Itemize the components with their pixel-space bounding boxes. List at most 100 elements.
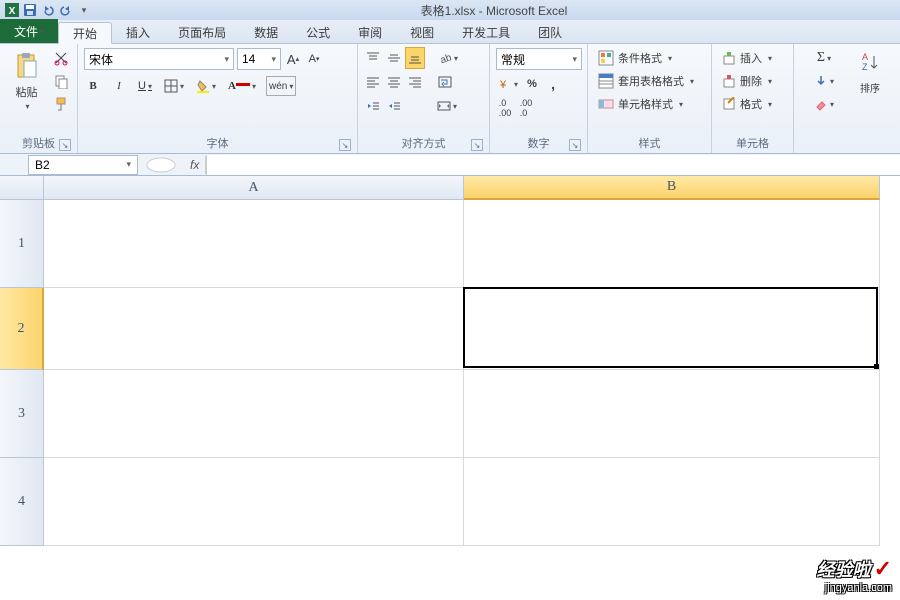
format-as-table-button[interactable]: 套用表格格式▾ — [594, 71, 705, 91]
increase-decimal-button[interactable]: .0.00 — [496, 98, 514, 118]
align-left-button[interactable] — [364, 72, 382, 92]
fill-button[interactable]: ▾ — [800, 71, 848, 91]
format-painter-button[interactable] — [51, 94, 71, 114]
wrap-text-button[interactable] — [436, 72, 454, 92]
group-label: 数字↘ — [496, 135, 581, 153]
cell-styles-button[interactable]: 单元格样式 ▾ — [594, 94, 705, 114]
merge-center-button[interactable]: ▾ — [435, 96, 459, 116]
row-headers: 1234 — [0, 200, 44, 546]
paste-button[interactable]: 粘贴 ▾ — [6, 48, 47, 135]
fill-color-button[interactable]: ▾ — [194, 76, 218, 96]
dialog-launcher-icon[interactable]: ↘ — [339, 139, 351, 151]
orientation-button[interactable]: ab▾ — [436, 48, 460, 68]
cell[interactable] — [44, 200, 464, 288]
font-size-combo[interactable]: 14▾ — [237, 48, 281, 70]
dialog-launcher-icon[interactable]: ↘ — [569, 139, 581, 151]
tab-insert[interactable]: 插入 — [112, 21, 164, 43]
align-bottom-button[interactable] — [406, 48, 424, 68]
group-label: 字体↘ — [84, 135, 351, 153]
ribbon-tabs: 文件▾ 开始 插入 页面布局 数据 公式 审阅 视图 开发工具 团队 — [0, 20, 900, 44]
chevron-down-icon: ▾ — [679, 100, 683, 109]
table-format-label: 套用表格格式 — [618, 73, 684, 89]
sort-filter-button[interactable]: AZ 排序 — [854, 44, 886, 153]
align-middle-button[interactable] — [385, 48, 403, 68]
font-color-button[interactable]: A▾ — [226, 76, 258, 96]
phonetic-button[interactable]: wén▾ — [266, 76, 296, 96]
paste-icon — [11, 50, 43, 82]
tab-page-layout[interactable]: 页面布局 — [164, 21, 240, 43]
delete-cells-button[interactable]: 删除▾ — [718, 71, 787, 91]
formula-input[interactable] — [206, 155, 900, 175]
borders-button[interactable]: ▾ — [162, 76, 186, 96]
formula-bar: B2▾ fx — [0, 154, 900, 176]
row-header[interactable]: 3 — [0, 370, 44, 458]
cut-button[interactable] — [51, 48, 71, 68]
percent-button[interactable]: % — [523, 74, 541, 94]
underline-button[interactable]: U▾ — [136, 76, 154, 96]
row-header[interactable]: 1 — [0, 200, 44, 288]
spreadsheet-grid: AB 1234 — [0, 176, 900, 600]
tab-formulas[interactable]: 公式 — [292, 21, 344, 43]
insert-label: 插入 — [740, 50, 762, 66]
name-box[interactable]: B2▾ — [28, 155, 138, 175]
decrease-decimal-button[interactable]: .00.0 — [517, 98, 535, 118]
chevron-down-icon: ▾ — [768, 100, 772, 109]
insert-cells-button[interactable]: 插入 ▾ — [718, 48, 787, 68]
font-name-combo[interactable]: 宋体▾ — [84, 48, 234, 70]
cell-styles-label: 单元格样式 — [618, 96, 673, 112]
chevron-down-icon: ▾ — [25, 102, 29, 111]
decrease-indent-button[interactable] — [364, 96, 382, 116]
tab-review[interactable]: 审阅 — [344, 21, 396, 43]
chevron-down-icon: ▾ — [768, 54, 772, 63]
format-cells-button[interactable]: 格式▾ — [718, 94, 787, 114]
chevron-down-icon: ▾ — [271, 54, 276, 65]
cells[interactable] — [44, 200, 900, 546]
copy-button[interactable] — [51, 71, 71, 91]
file-tab[interactable]: 文件▾ — [0, 19, 58, 43]
tab-team[interactable]: 团队 — [524, 21, 576, 43]
chevron-down-icon: ▾ — [126, 159, 131, 170]
select-all-corner[interactable] — [0, 176, 44, 200]
undo-icon[interactable] — [40, 2, 56, 18]
dialog-launcher-icon[interactable]: ↘ — [59, 139, 71, 151]
row-header[interactable]: 4 — [0, 458, 44, 546]
cell[interactable] — [44, 370, 464, 458]
fx-button[interactable]: fx — [184, 156, 206, 174]
align-right-button[interactable] — [406, 72, 424, 92]
save-icon[interactable] — [22, 2, 38, 18]
cell[interactable] — [44, 458, 464, 546]
tab-developer[interactable]: 开发工具 — [448, 21, 524, 43]
shrink-font-button[interactable]: A▾ — [305, 49, 323, 69]
currency-button[interactable]: ¥▾ — [496, 74, 520, 94]
tab-view[interactable]: 视图 — [396, 21, 448, 43]
ribbon: 粘贴 ▾ 剪贴板↘ 宋体▾ 14▾ A▴ A▾ B I U▾ ▾ — [0, 44, 900, 154]
grow-font-button[interactable]: A▴ — [284, 49, 302, 69]
window-title: 表格1.xlsx - Microsoft Excel — [92, 2, 896, 19]
cell[interactable] — [464, 200, 880, 288]
tab-data[interactable]: 数据 — [240, 21, 292, 43]
tab-home[interactable]: 开始 — [58, 22, 112, 44]
row-header[interactable]: 2 — [0, 288, 44, 370]
cell[interactable] — [464, 458, 880, 546]
comma-button[interactable]: , — [544, 74, 562, 94]
italic-button[interactable]: I — [110, 76, 128, 96]
group-cells: 插入▾ 删除▾ 格式▾ 单元格 — [712, 44, 794, 153]
align-center-button[interactable] — [385, 72, 403, 92]
dialog-launcher-icon[interactable]: ↘ — [471, 139, 483, 151]
qat-customize-icon[interactable]: ▾ — [76, 2, 92, 18]
group-label: 对齐方式↘ — [364, 135, 483, 153]
align-top-button[interactable] — [364, 48, 382, 68]
paste-label: 粘贴 — [16, 84, 38, 100]
cell[interactable] — [44, 288, 464, 370]
autosum-button[interactable]: Σ▾ — [800, 48, 848, 68]
column-header[interactable]: B — [464, 176, 880, 200]
column-header[interactable]: A — [44, 176, 464, 200]
number-format-combo[interactable]: 常规▾ — [496, 48, 582, 70]
increase-indent-button[interactable] — [385, 96, 403, 116]
cell[interactable] — [464, 370, 880, 458]
cell[interactable] — [464, 288, 880, 370]
bold-button[interactable]: B — [84, 76, 102, 96]
clear-button[interactable]: ▾ — [800, 94, 848, 114]
redo-icon[interactable] — [58, 2, 74, 18]
conditional-formatting-button[interactable]: 条件格式▾ — [594, 48, 705, 68]
